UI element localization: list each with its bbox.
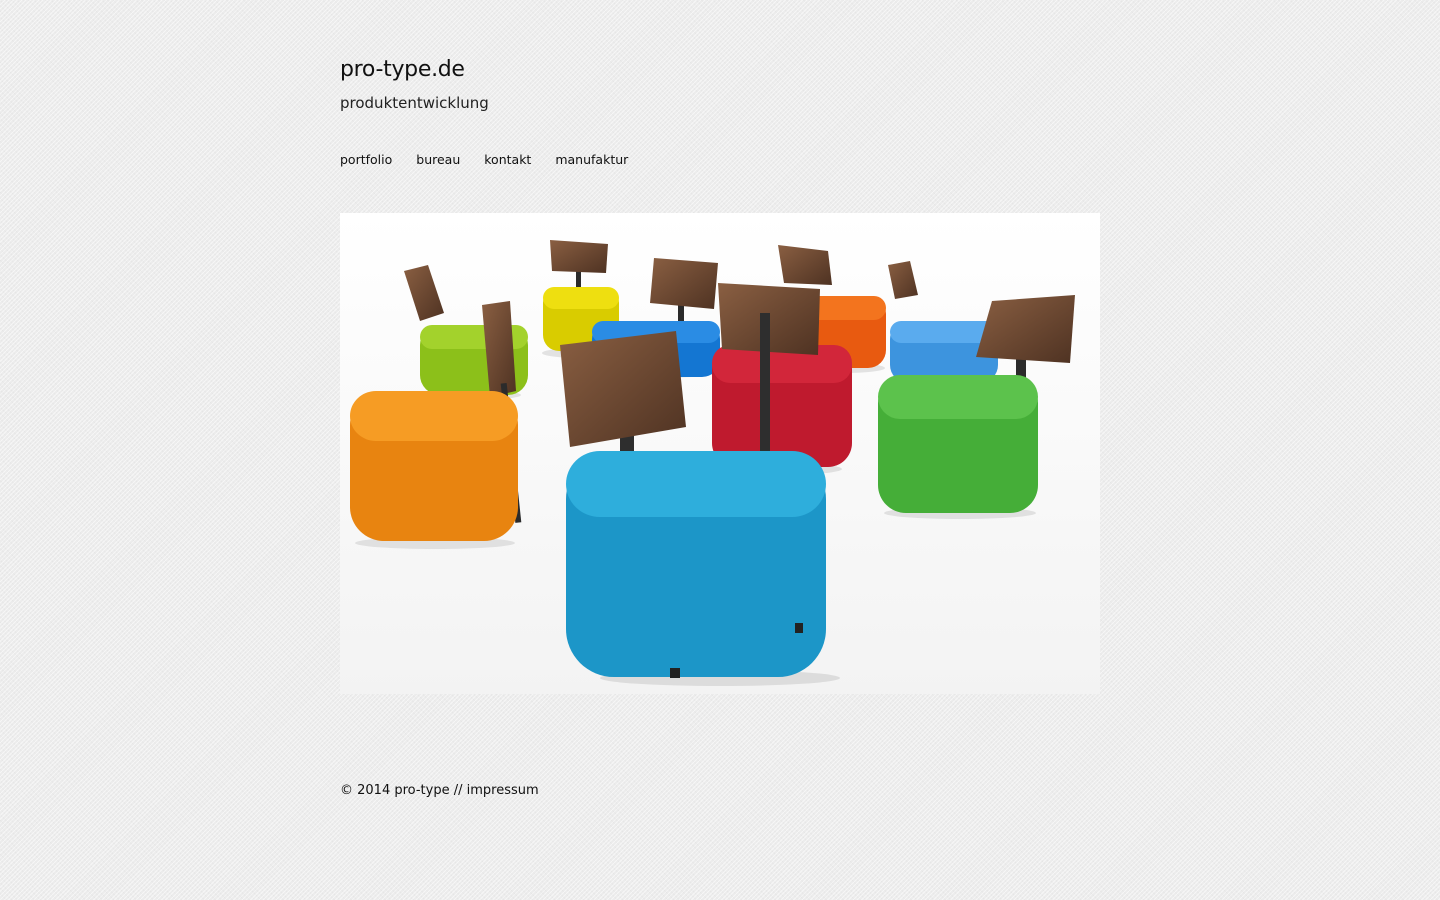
impressum-link[interactable]: impressum	[467, 783, 539, 798]
nav-item-portfolio[interactable]: portfolio	[340, 152, 392, 167]
footer: © 2014 pro-type // impressum	[340, 783, 539, 798]
nav-item-bureau[interactable]: bureau	[416, 152, 460, 167]
hero-image	[340, 213, 1100, 694]
footer-copyright: © 2014 pro-type //	[340, 783, 463, 798]
main-nav: portfolio bureau kontakt manufaktur	[340, 152, 652, 167]
nav-item-kontakt[interactable]: kontakt	[484, 152, 531, 167]
nav-item-manufaktur[interactable]: manufaktur	[555, 152, 628, 167]
chairs-photo	[340, 213, 1100, 694]
site-title[interactable]: pro-type.de	[340, 57, 465, 82]
site-tagline: produktentwicklung	[340, 94, 489, 112]
